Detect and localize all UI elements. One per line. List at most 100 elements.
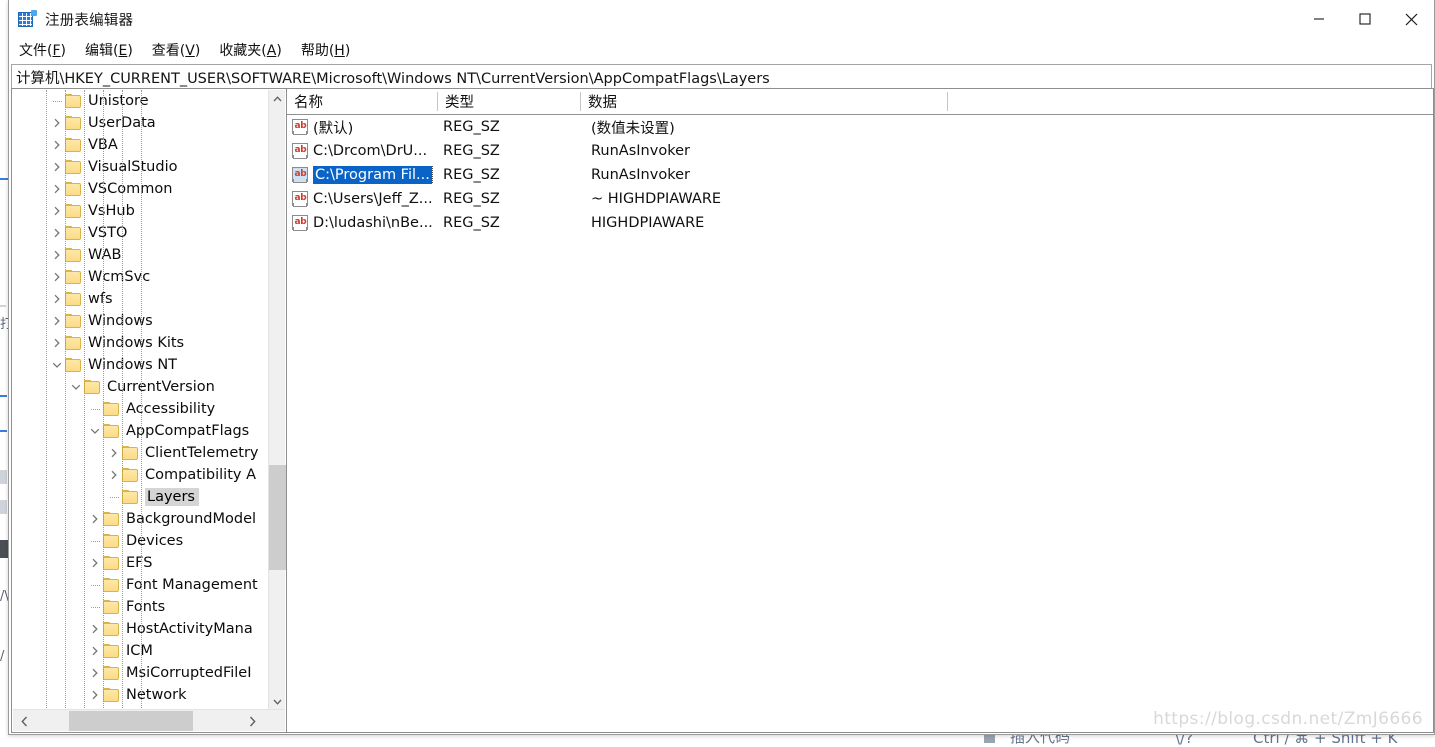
chevron-right-icon[interactable] [49,288,65,310]
chevron-right-icon[interactable] [49,200,65,222]
values-list[interactable]: ab (默认) REG_SZ (数值未设置) ab C:\Drcom\DrU... REG_… [287,115,1433,732]
close-button[interactable] [1388,0,1434,38]
folder-icon [65,358,82,372]
tree-item-backgroundmodel[interactable]: BackgroundModel [13,508,265,530]
folder-icon [103,578,120,592]
tree-hscroll-thumb[interactable] [69,711,193,731]
tree-item-vba[interactable]: VBA [13,134,265,156]
scroll-right-arrow-icon[interactable] [241,710,263,732]
table-row[interactable]: ab D:\ludashi\nBe... REG_SZ HIGHDPIAWARE [287,211,1433,235]
value-data-cell: HIGHDPIAWARE [591,215,705,231]
chevron-right-icon[interactable] [106,464,122,486]
tree-item-windows-kits[interactable]: Windows Kits [13,332,265,354]
chevron-right-icon[interactable] [87,508,103,530]
folder-icon [84,380,101,394]
chevron-right-icon[interactable] [49,332,65,354]
tree-item-wab[interactable]: WAB [13,244,265,266]
value-data-cell: RunAsInvoker [591,143,690,159]
tree-item-icm[interactable]: ICM [13,640,265,662]
chevron-right-icon[interactable] [49,112,65,134]
scroll-left-arrow-icon[interactable] [13,710,35,732]
tree-item-accessibility[interactable]: Accessibility [13,398,265,420]
tree-item-label: Windows NT [88,357,178,373]
tree-guide-line [122,90,123,710]
tree-item-unistore[interactable]: Unistore [13,90,265,112]
chevron-right-icon[interactable] [49,222,65,244]
scroll-down-arrow-icon[interactable] [269,693,286,710]
tree-item-clienttelemetry[interactable]: ClientTelemetry [13,442,265,464]
tree-item-userdata[interactable]: UserData [13,112,265,134]
tree-item-wfs[interactable]: wfs [13,288,265,310]
tree-item-vsto[interactable]: VSTO [13,222,265,244]
maximize-button[interactable] [1342,0,1388,38]
tree-item-label: MsiCorruptedFileI [126,665,252,681]
tree-item-label: Network [126,687,187,703]
tree-item-fonts[interactable]: Fonts [13,596,265,618]
tree-item-efs[interactable]: EFS [13,552,265,574]
tree-scroll-thumb[interactable] [269,465,286,570]
tree-item-compatibility-a[interactable]: Compatibility A [13,464,265,486]
tree-item-font-management[interactable]: Font Management [13,574,265,596]
chevron-down-icon[interactable] [68,376,84,398]
table-row[interactable]: ab C:\Drcom\DrU... REG_SZ RunAsInvoker [287,139,1433,163]
chevron-right-icon[interactable] [87,662,103,684]
tree-item-appcompatflags[interactable]: AppCompatFlags [13,420,265,442]
tree-item-label: Font Management [126,577,258,593]
registry-tree[interactable]: Unistore UserData VBA VisualStudio VSCommon V… [13,90,265,710]
folder-icon [65,138,82,152]
window-controls [1296,0,1434,38]
column-header-name[interactable]: 名称 [287,89,323,114]
chevron-right-icon[interactable] [49,134,65,156]
tree-vertical-scrollbar[interactable] [268,90,286,710]
value-name-cell: C:\Users\Jeff_Z... [313,191,433,207]
menu-edit[interactable]: 编辑(E) [85,38,142,62]
chevron-down-icon[interactable] [49,354,65,376]
tree-item-vshub[interactable]: VsHub [13,200,265,222]
value-type-cell: REG_SZ [443,215,500,231]
chevron-right-icon[interactable] [87,618,103,640]
tree-item-layers[interactable]: Layers [13,486,265,508]
chevron-down-icon[interactable] [87,420,103,442]
menu-view[interactable]: 查看(V) [152,38,210,62]
tree-item-devices[interactable]: Devices [13,530,265,552]
chevron-right-icon[interactable] [49,156,65,178]
tree-item-windows[interactable]: Windows [13,310,265,332]
tree-item-hostactivitymana[interactable]: HostActivityMana [13,618,265,640]
tree-item-visualstudio[interactable]: VisualStudio [13,156,265,178]
menu-help[interactable]: 帮助(H) [301,38,359,62]
tree-item-currentversion[interactable]: CurrentVersion [13,376,265,398]
chevron-right-icon[interactable] [106,442,122,464]
folder-icon [65,226,82,240]
menu-file[interactable]: 文件(F) [19,38,75,62]
address-bar[interactable]: 计算机\HKEY_CURRENT_USER\SOFTWARE\Microsoft… [11,64,1432,90]
column-header-data[interactable]: 数据 [581,89,617,114]
folder-icon [103,688,120,702]
value-data-cell: RunAsInvoker [591,167,690,183]
chevron-right-icon[interactable] [49,244,65,266]
chevron-right-icon[interactable] [49,178,65,200]
chevron-right-icon[interactable] [87,552,103,574]
chevron-right-icon[interactable] [87,684,103,706]
column-divider-3[interactable] [947,92,948,111]
tree-item-msicorruptedfilei[interactable]: MsiCorruptedFileI [13,662,265,684]
title-bar[interactable]: 注册表编辑器 [9,0,1434,38]
chevron-right-icon[interactable] [87,640,103,662]
table-row[interactable]: ab (默认) REG_SZ (数值未设置) [287,115,1433,139]
minimize-button[interactable] [1296,0,1342,38]
folder-icon [103,512,120,526]
chevron-right-icon[interactable] [49,266,65,288]
tree-item-network[interactable]: Network [13,684,265,706]
tree-item-windows-nt[interactable]: Windows NT [13,354,265,376]
tree-item-wcmsvc[interactable]: WcmSvc [13,266,265,288]
table-row[interactable]: ab C:\Program Fil... REG_SZ RunAsInvoker [287,163,1433,187]
tree-item-vscommon[interactable]: VSCommon [13,178,265,200]
column-header-type[interactable]: 类型 [438,89,474,114]
table-row[interactable]: ab C:\Users\Jeff_Z... REG_SZ ~ HIGHDPIAWARE [287,187,1433,211]
menu-favorites[interactable]: 收藏夹(A) [219,38,291,62]
tree-horizontal-scrollbar[interactable] [13,709,285,731]
chevron-right-icon[interactable] [49,310,65,332]
scroll-up-arrow-icon[interactable] [269,90,286,107]
